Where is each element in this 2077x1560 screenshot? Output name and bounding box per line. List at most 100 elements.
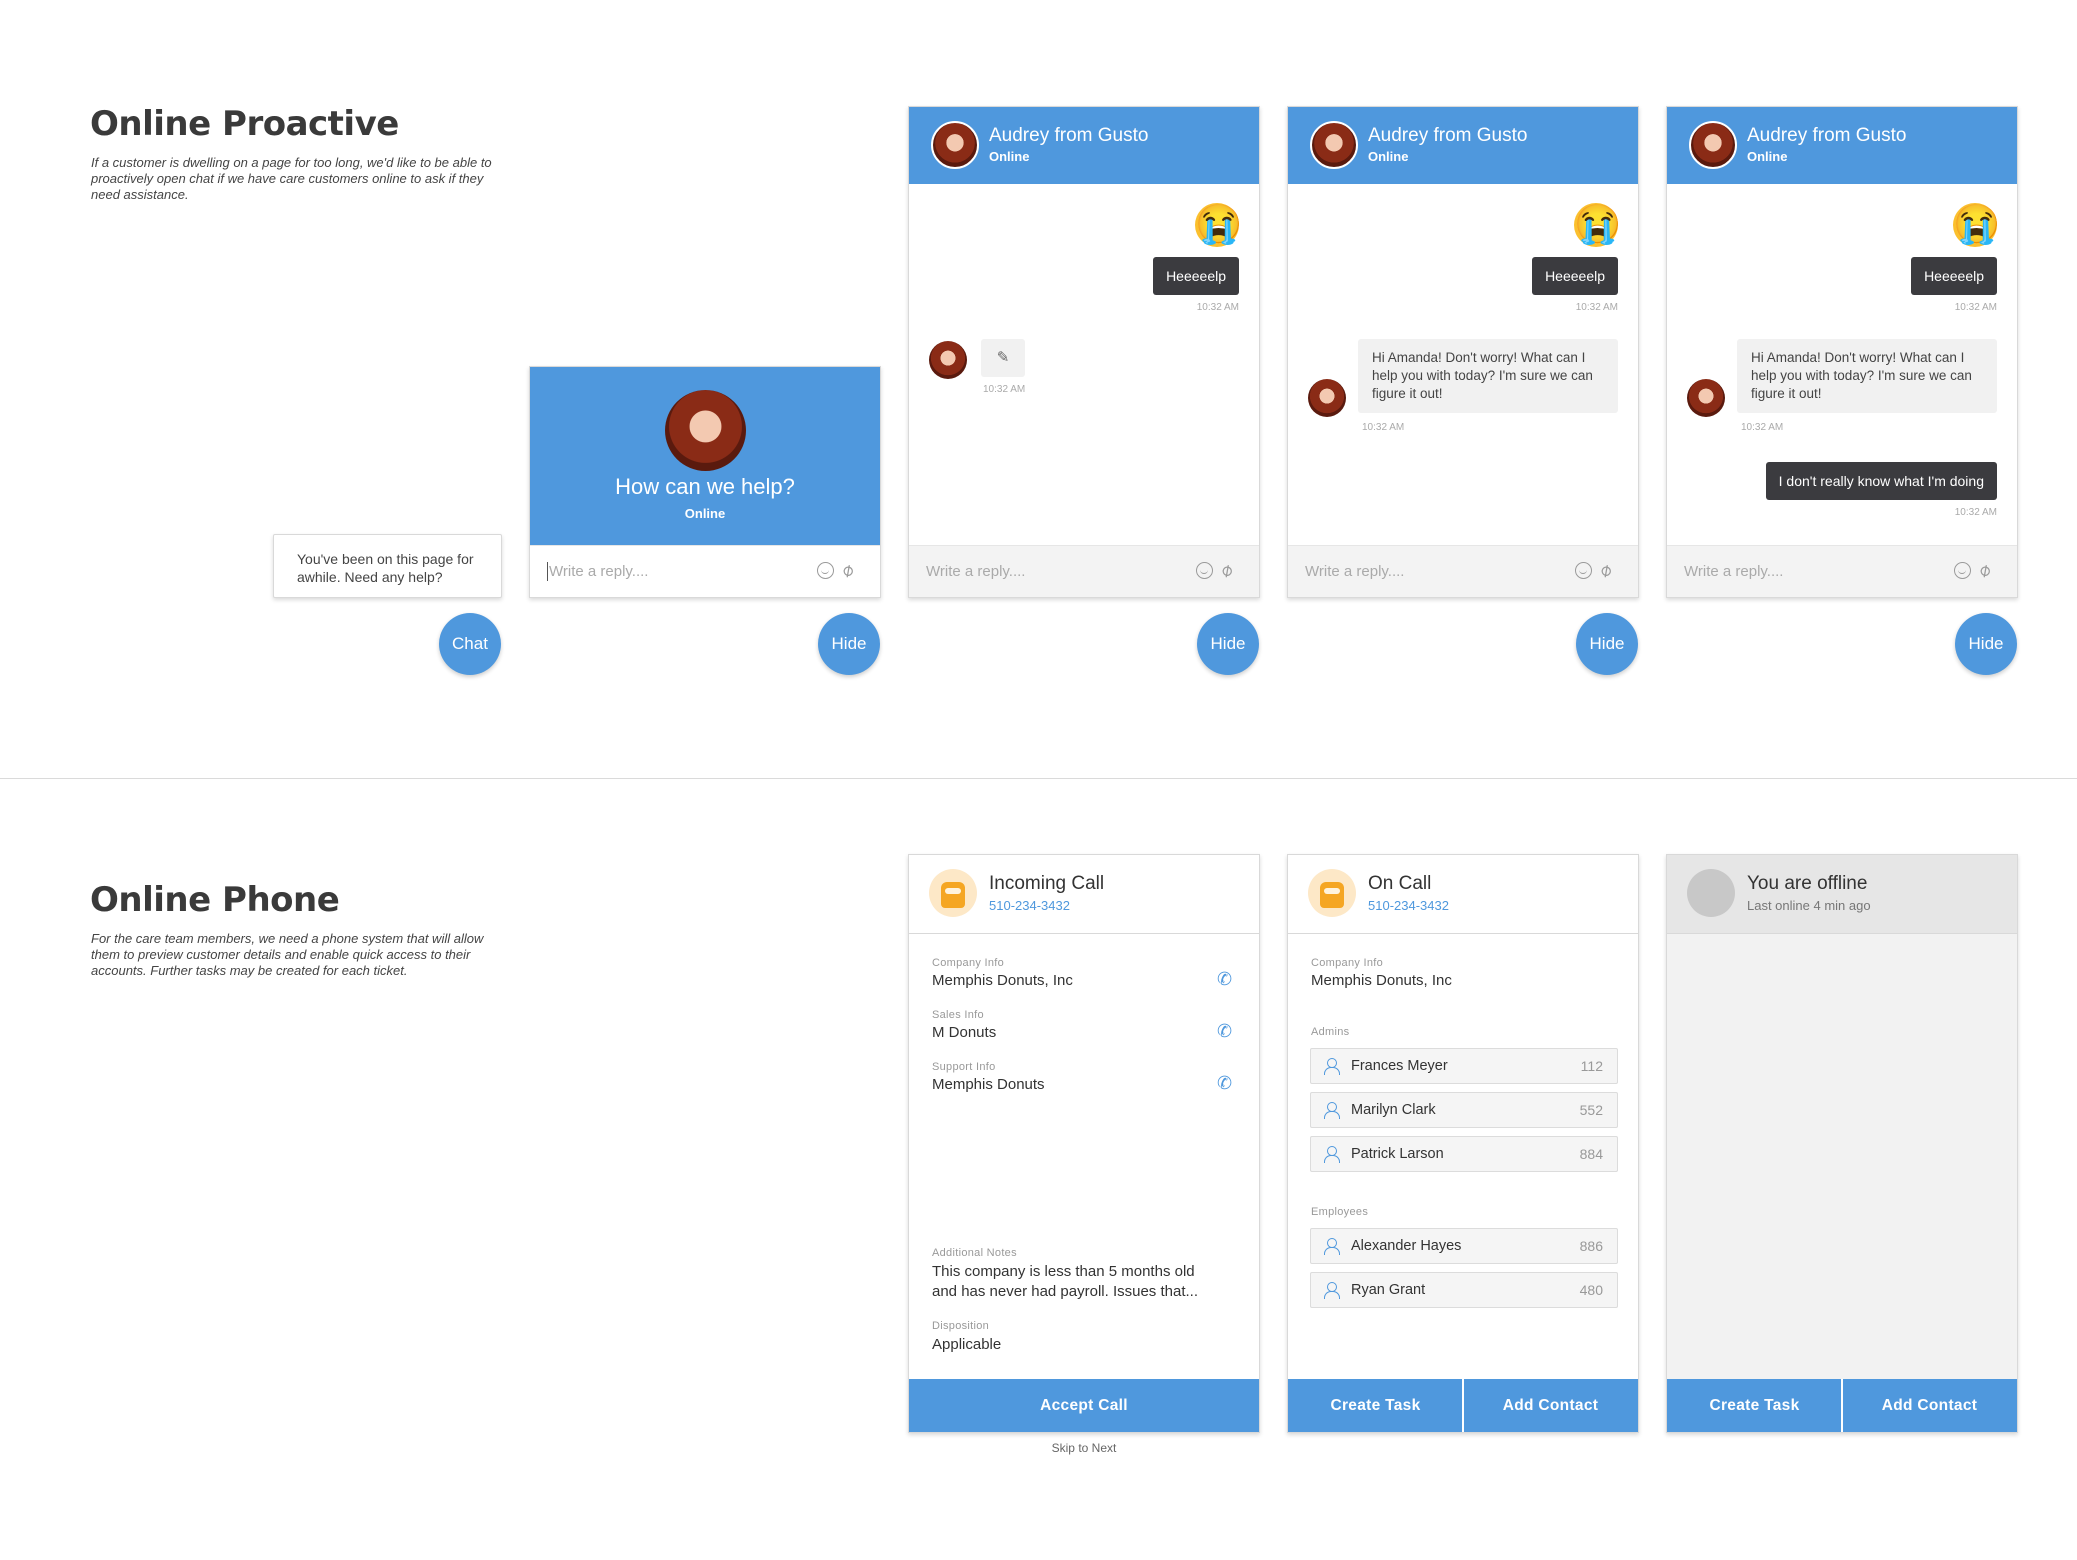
sales-info-label: Sales Info: [932, 1009, 984, 1021]
disposition-label: Disposition: [932, 1320, 990, 1332]
contact-row[interactable]: Frances Meyer 112: [1310, 1048, 1618, 1084]
message-time: 10:32 AM: [983, 384, 1026, 395]
section-divider: [0, 778, 2077, 779]
reply-bar[interactable]: Write a reply.... ⌀: [909, 545, 1259, 597]
hide-button[interactable]: Hide: [818, 613, 880, 675]
add-contact-button[interactable]: Add Contact: [1463, 1379, 1638, 1432]
company-info-label: Company Info: [1311, 957, 1384, 969]
caller-number[interactable]: 510-234-3432: [1368, 898, 1449, 913]
agent-avatar: [931, 121, 979, 169]
message-time: 10:32 AM: [1741, 422, 1784, 433]
agent-name: Audrey from Gusto: [1747, 125, 1907, 146]
skip-to-next-link[interactable]: Skip to Next: [908, 1441, 1260, 1455]
call-header: On Call 510-234-3432: [1288, 855, 1638, 934]
help-header: How can we help? Online: [530, 367, 880, 545]
caller-avatar-icon: [929, 869, 977, 917]
agent-message: Hi Amanda! Don't worry! What can I help …: [1358, 339, 1618, 413]
company-info-label: Company Info: [932, 957, 1005, 969]
contact-row[interactable]: Alexander Hayes 886: [1310, 1228, 1618, 1264]
user-icon: [1324, 1238, 1340, 1255]
call-title: On Call: [1368, 873, 1432, 894]
hide-button[interactable]: Hide: [1576, 613, 1638, 675]
crying-emoji-icon: 😭: [1195, 203, 1243, 247]
phone-icon[interactable]: ✆: [1217, 1074, 1235, 1092]
disposition-value[interactable]: Applicable: [932, 1336, 1001, 1353]
support-info-label: Support Info: [932, 1061, 996, 1073]
section-description-proactive: If a customer is dwelling on a page for …: [91, 155, 492, 202]
user-message: Heeeeelp: [1911, 257, 1997, 295]
emoji-icon[interactable]: [817, 562, 834, 579]
proactive-prompt-bubble[interactable]: You've been on this page for awhile. Nee…: [273, 534, 502, 598]
contact-extension: 552: [1579, 1102, 1603, 1118]
agent-name: Audrey from Gusto: [989, 125, 1149, 146]
user-message: Heeeeelp: [1153, 257, 1239, 295]
agent-message: Hi Amanda! Don't worry! What can I help …: [1737, 339, 1997, 413]
reply-input[interactable]: Write a reply....: [1684, 563, 1783, 580]
message-time: 10:32 AM: [1954, 302, 1997, 313]
hide-button[interactable]: Hide: [1197, 613, 1259, 675]
user-icon: [1324, 1102, 1340, 1119]
reply-input[interactable]: Write a reply....: [1305, 563, 1404, 580]
contact-row[interactable]: Marilyn Clark 552: [1310, 1092, 1618, 1128]
user-message: I don't really know what I'm doing: [1765, 462, 1997, 500]
emoji-icon[interactable]: [1954, 562, 1971, 579]
notes-value: This company is less than 5 months old a…: [932, 1263, 1198, 1300]
paperclip-icon[interactable]: ⌀: [1216, 559, 1236, 582]
company-info-value: Memphis Donuts, Inc: [932, 972, 1073, 989]
help-status: Online: [684, 506, 726, 521]
contact-name: Marilyn Clark: [1351, 1102, 1436, 1118]
paperclip-icon[interactable]: ⌀: [837, 559, 857, 582]
call-actions: Accept Call: [909, 1379, 1259, 1432]
agent-status: Online: [1368, 149, 1409, 164]
agent-avatar-small: [929, 341, 967, 379]
paperclip-icon[interactable]: ⌀: [1595, 559, 1615, 582]
offline-header: You are offline Last online 4 min ago: [1667, 855, 2017, 934]
avatar-placeholder: [1687, 869, 1735, 917]
emoji-icon[interactable]: [1575, 562, 1592, 579]
offline-card: You are offline Last online 4 min ago Cr…: [1666, 854, 2018, 1433]
employees-label: Employees: [1311, 1206, 1369, 1218]
hide-button[interactable]: Hide: [1955, 613, 2017, 675]
agent-status: Online: [1747, 149, 1788, 164]
message-time: 10:32 AM: [1196, 302, 1239, 313]
reply-bar[interactable]: Write a reply.... ⌀: [1667, 545, 2017, 597]
chat-window-typing: Audrey from Gusto Online 😭 Heeeeelp 10:3…: [908, 106, 1260, 598]
reply-bar[interactable]: Write a reply.... ⌀: [530, 545, 880, 597]
reply-input[interactable]: Write a reply....: [549, 563, 648, 580]
message-time: 10:32 AM: [1954, 507, 1997, 518]
contact-name: Patrick Larson: [1351, 1146, 1444, 1162]
reply-bar[interactable]: Write a reply.... ⌀: [1288, 545, 1638, 597]
user-message: Heeeeelp: [1532, 257, 1618, 295]
on-call-card: On Call 510-234-3432 Company Info Memphi…: [1287, 854, 1639, 1433]
offline-subtitle: Last online 4 min ago: [1747, 898, 1871, 913]
agent-avatar: [1689, 121, 1737, 169]
add-contact-button[interactable]: Add Contact: [1842, 1379, 2017, 1432]
contact-row[interactable]: Ryan Grant 480: [1310, 1272, 1618, 1308]
create-task-button[interactable]: Create Task: [1667, 1379, 1842, 1432]
contact-name: Ryan Grant: [1351, 1282, 1426, 1298]
contact-row[interactable]: Patrick Larson 884: [1310, 1136, 1618, 1172]
chat-header: Audrey from Gusto Online: [909, 107, 1259, 184]
phone-icon[interactable]: ✆: [1217, 970, 1235, 988]
section-description-phone: For the care team members, we need a pho…: [91, 931, 484, 978]
section-title-proactive: Online Proactive: [90, 104, 399, 144]
user-icon: [1324, 1282, 1340, 1299]
agent-avatar-small: [1308, 379, 1346, 417]
call-header: Incoming Call 510-234-3432: [909, 855, 1259, 934]
caller-number[interactable]: 510-234-3432: [989, 898, 1070, 913]
support-info-value: Memphis Donuts: [932, 1076, 1045, 1093]
phone-icon[interactable]: ✆: [1217, 1022, 1235, 1040]
emoji-icon[interactable]: [1196, 562, 1213, 579]
chat-window-followup: Audrey from Gusto Online 😭 Heeeeelp 10:3…: [1666, 106, 2018, 598]
agent-name: Audrey from Gusto: [1368, 125, 1528, 146]
chat-button[interactable]: Chat: [439, 613, 501, 675]
crying-emoji-icon: 😭: [1574, 203, 1622, 247]
message-time: 10:32 AM: [1362, 422, 1405, 433]
contact-name: Frances Meyer: [1351, 1058, 1448, 1074]
typing-pencil-icon: ✎: [981, 339, 1025, 377]
reply-input[interactable]: Write a reply....: [926, 563, 1025, 580]
paperclip-icon[interactable]: ⌀: [1974, 559, 1994, 582]
contact-extension: 112: [1580, 1058, 1603, 1074]
create-task-button[interactable]: Create Task: [1288, 1379, 1463, 1432]
accept-call-button[interactable]: Accept Call: [909, 1379, 1259, 1432]
